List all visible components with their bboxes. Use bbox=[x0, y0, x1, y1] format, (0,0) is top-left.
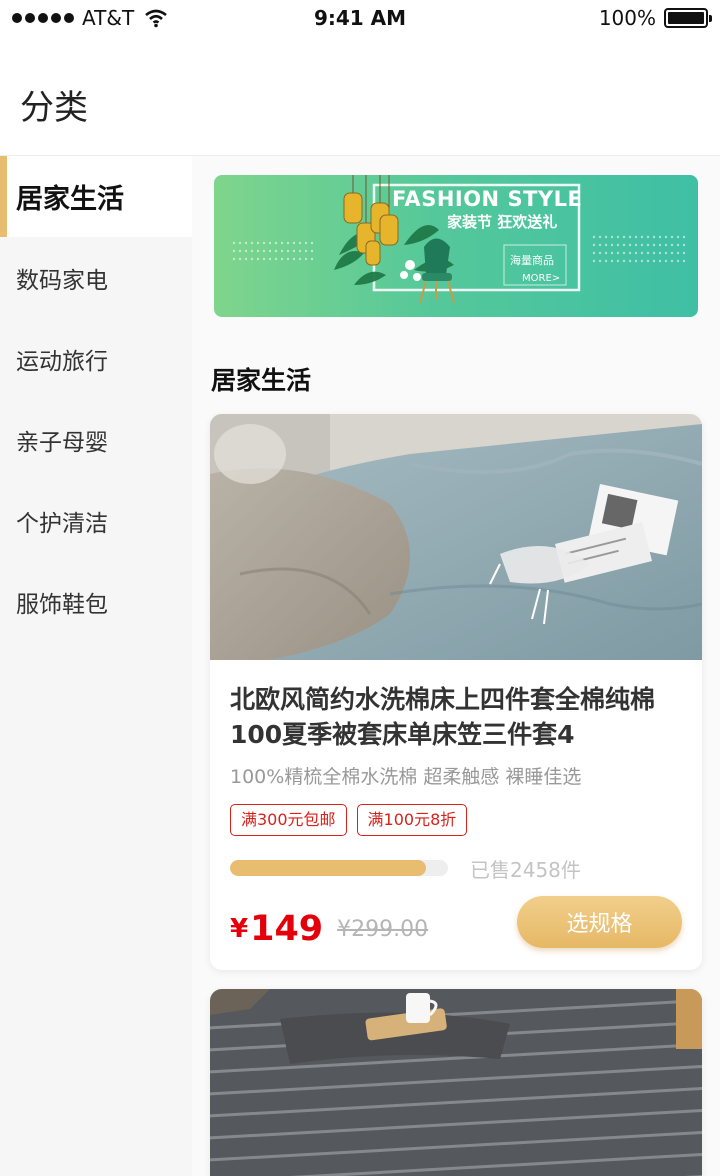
sidebar-item-personal-care[interactable]: 个护清洁 bbox=[0, 480, 192, 561]
banner-tag: 海量商品 bbox=[510, 254, 554, 267]
promo-tag: 满100元8折 bbox=[356, 804, 468, 836]
original-price: ¥299.00 bbox=[337, 917, 429, 942]
product-card[interactable] bbox=[210, 989, 702, 1176]
sidebar-item-apparel[interactable]: 服饰鞋包 bbox=[0, 561, 192, 642]
section-title: 居家生活 bbox=[211, 366, 312, 395]
product-image[interactable] bbox=[210, 989, 702, 1176]
page-title: 分类 bbox=[20, 88, 88, 128]
product-info: 北欧风简约水洗棉床上四件套全棉纯棉100夏季被套床单床笠三件套4 100%精梳全… bbox=[210, 660, 702, 950]
category-content: FASHION STYLE 家装节 狂欢送礼 海量商品 MORE> 居家生活 北… bbox=[192, 156, 720, 1176]
select-spec-button[interactable]: 选规格 bbox=[517, 896, 682, 948]
battery-label: 100% bbox=[598, 6, 656, 30]
sidebar-item-label: 居家生活 bbox=[16, 184, 124, 215]
product-card[interactable]: 北欧风简约水洗棉床上四件套全棉纯棉100夏季被套床单床笠三件套4 100%精梳全… bbox=[210, 414, 702, 970]
sidebar-item-label: 运动旅行 bbox=[16, 348, 108, 375]
product-description: 100%精梳全棉水洗棉 超柔触感 裸睡佳选 bbox=[230, 766, 582, 788]
product-image[interactable] bbox=[210, 414, 702, 660]
banner-headline: FASHION STYLE bbox=[392, 187, 583, 211]
sidebar-item-label: 亲子母婴 bbox=[16, 429, 108, 456]
product-title[interactable]: 北欧风简约水洗棉床上四件套全棉纯棉100夏季被套床单床笠三件套4 bbox=[230, 682, 682, 752]
sidebar-item-label: 个护清洁 bbox=[16, 510, 108, 537]
currency-symbol: ¥ bbox=[230, 914, 249, 944]
category-sidebar: 居家生活 数码家电 运动旅行 亲子母婴 个护清洁 服饰鞋包 bbox=[0, 156, 192, 1176]
promo-tag: 满300元包邮 bbox=[230, 804, 347, 836]
sales-progress: 已售2458件 bbox=[230, 854, 682, 882]
promo-tags: 满300元包邮 满100元8折 bbox=[230, 804, 682, 836]
current-price: 149 bbox=[250, 909, 324, 949]
price-row: ¥ 149 ¥299.00 选规格 bbox=[230, 896, 682, 950]
status-bar: AT&T 9:41 AM 100% bbox=[0, 0, 720, 40]
sidebar-item-mother-baby[interactable]: 亲子母婴 bbox=[0, 399, 192, 480]
sidebar-item-home-living[interactable]: 居家生活 bbox=[0, 156, 192, 237]
sidebar-item-digital[interactable]: 数码家电 bbox=[0, 237, 192, 318]
promo-banner[interactable]: FASHION STYLE 家装节 狂欢送礼 海量商品 MORE> bbox=[214, 175, 698, 317]
sidebar-item-label: 服饰鞋包 bbox=[16, 591, 108, 618]
sales-progress-fill bbox=[230, 860, 427, 876]
sidebar-item-label: 数码家电 bbox=[16, 267, 108, 294]
sold-count: 已售2458件 bbox=[470, 857, 581, 882]
banner-subline: 家装节 狂欢送礼 bbox=[447, 213, 558, 231]
banner-more-link[interactable]: MORE> bbox=[522, 273, 560, 284]
sidebar-item-sports-travel[interactable]: 运动旅行 bbox=[0, 318, 192, 399]
sales-progress-bar bbox=[230, 860, 448, 876]
battery-icon bbox=[664, 8, 712, 28]
status-right: 100% bbox=[598, 6, 712, 30]
